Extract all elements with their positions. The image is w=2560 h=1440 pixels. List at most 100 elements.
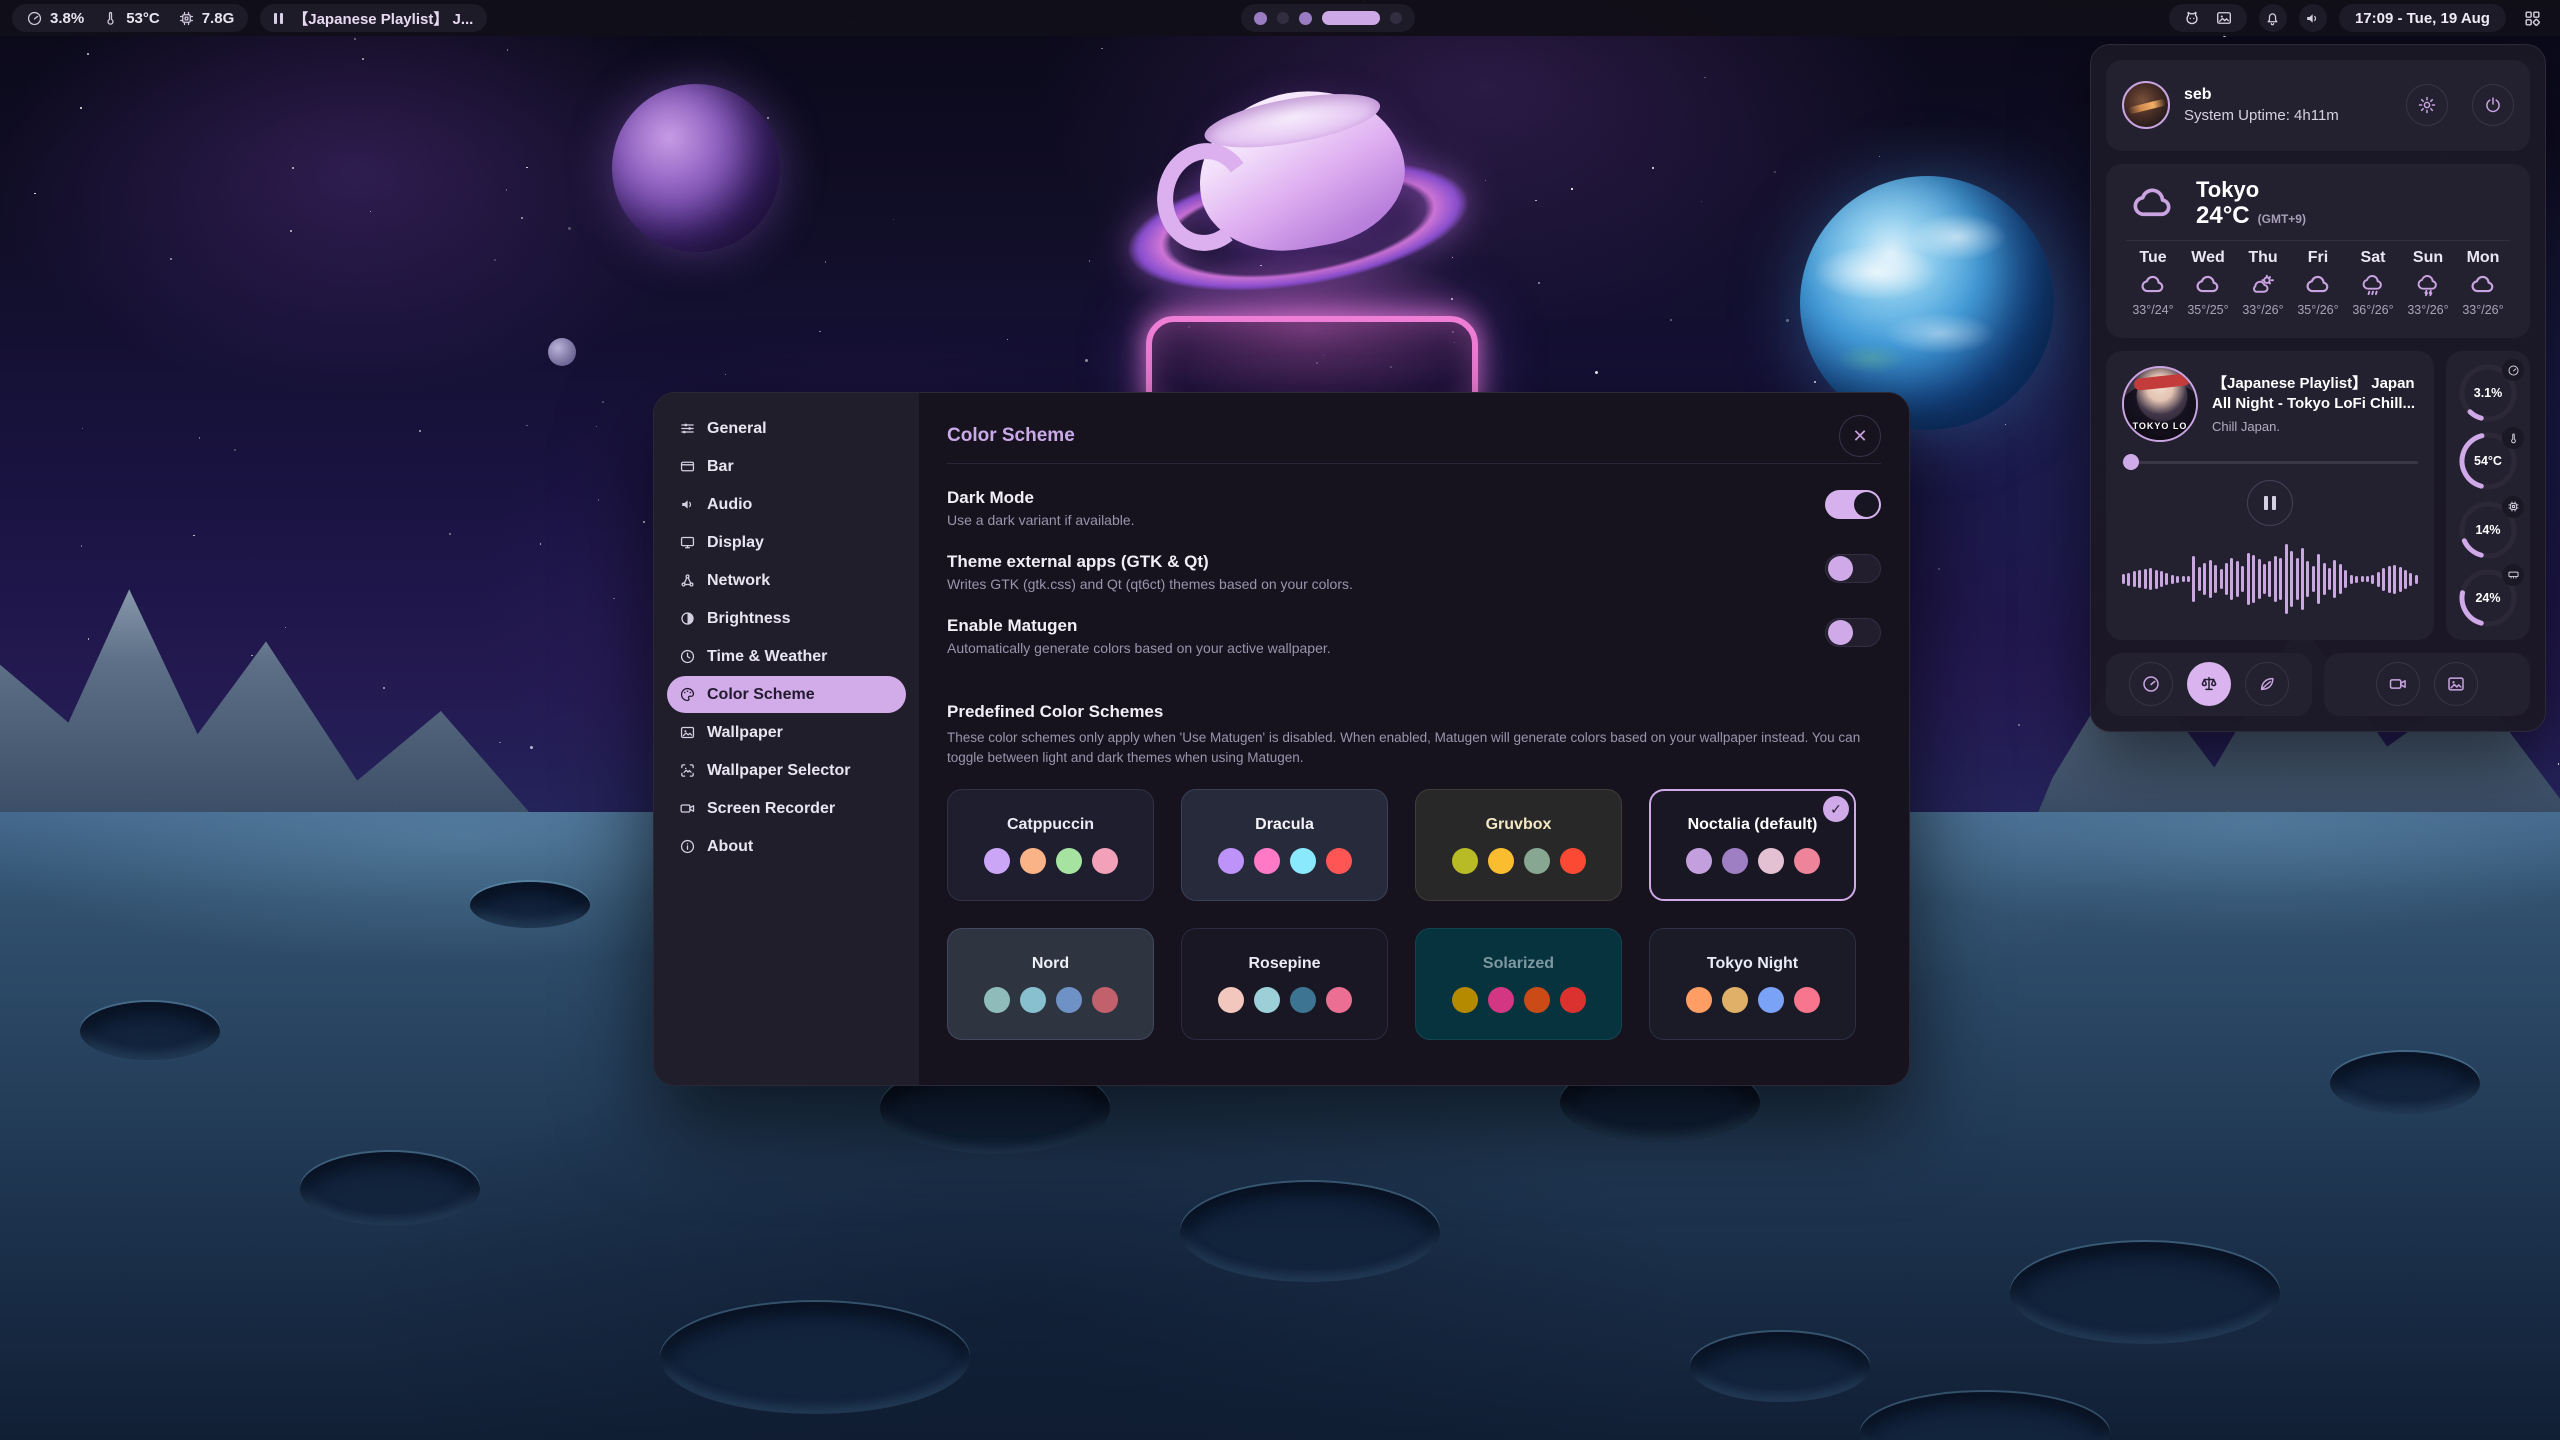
play-pause-button[interactable] <box>2247 480 2293 526</box>
scheme-card-catppuccin[interactable]: Catppuccin <box>947 789 1154 901</box>
scheme-card-tokyo-night[interactable]: Tokyo Night <box>1649 928 1856 1040</box>
workspace-indicator[interactable] <box>1241 4 1415 32</box>
notifications-button[interactable] <box>2259 4 2287 32</box>
settings-button[interactable] <box>2406 84 2448 126</box>
toggle-knob <box>1828 620 1853 645</box>
settings-main: Color Scheme ✕ Dark ModeUse a dark varia… <box>919 393 1909 1085</box>
forecast-day-wed: Wed35°/25° <box>2181 249 2235 317</box>
forecast-day-name: Sun <box>2413 249 2443 267</box>
toggle-switch[interactable] <box>1825 490 1881 519</box>
seek-slider[interactable] <box>2122 454 2418 470</box>
media-pill-label: 【Japanese Playlist】 J... <box>293 8 473 29</box>
sidebar-item-bar[interactable]: Bar <box>667 448 906 485</box>
forecast-day-name: Wed <box>2191 249 2224 267</box>
toggle-switch[interactable] <box>1825 554 1881 583</box>
seek-track <box>2122 461 2418 464</box>
profile-leaf-button[interactable] <box>2245 662 2289 706</box>
viz-bar <box>2252 555 2255 603</box>
scheme-card-nord[interactable]: Nord <box>947 928 1154 1040</box>
scheme-name: Dracula <box>1255 816 1314 834</box>
sidebar-item-color-scheme[interactable]: Color Scheme <box>667 676 906 713</box>
viz-bar <box>2290 551 2293 607</box>
sidebar-item-about[interactable]: About <box>667 828 906 865</box>
scheme-color-dot <box>1056 987 1082 1013</box>
scheme-color-dot <box>1758 987 1784 1013</box>
viz-bar <box>2209 560 2212 598</box>
schemes-grid: CatppuccinDraculaGruvboxNoctalia (defaul… <box>947 789 1881 1040</box>
sidebar-item-brightness[interactable]: Brightness <box>667 600 906 637</box>
sidebar-item-wallpaper[interactable]: Wallpaper <box>667 714 906 751</box>
overview-button[interactable] <box>2518 3 2548 33</box>
scheme-color-dot <box>1524 848 1550 874</box>
schemes-section-title: Predefined Color Schemes <box>947 702 1881 722</box>
viz-bar <box>2371 575 2374 584</box>
viz-bar <box>2192 556 2195 602</box>
desktop: 3.8% 53°C 7.8G 【Japanese Playlist】 J... <box>0 0 2560 1440</box>
viz-bar <box>2230 558 2233 600</box>
setting-desc: Automatically generate colors based on y… <box>947 640 1331 656</box>
weather-sun-cloud-icon <box>2250 272 2276 298</box>
workspace-dot-1[interactable] <box>1254 12 1267 25</box>
clock-icon <box>679 648 696 665</box>
viz-bar <box>2274 556 2277 602</box>
scheme-card-rosepine[interactable]: Rosepine <box>1181 928 1388 1040</box>
gauge-icon-badge <box>2502 427 2524 449</box>
system-gauges-card: 3.1% 54°C 14% 24% <box>2446 351 2530 640</box>
user-card: seb System Uptime: 4h11m <box>2106 60 2530 151</box>
scheme-color-dot <box>1488 987 1514 1013</box>
scheme-color-dot <box>1092 848 1118 874</box>
sidebar-item-wallpaper-selector[interactable]: Wallpaper Selector <box>667 752 906 789</box>
profile-speedometer-button[interactable] <box>2129 662 2173 706</box>
viz-bar <box>2306 561 2309 597</box>
media-pill[interactable]: 【Japanese Playlist】 J... <box>260 4 487 32</box>
sidebar-item-audio[interactable]: Audio <box>667 486 906 523</box>
sidebar-item-general[interactable]: General <box>667 410 906 447</box>
profile-scales-button[interactable] <box>2187 662 2231 706</box>
settings-header: Color Scheme ✕ <box>947 413 1881 459</box>
sidebar-item-display[interactable]: Display <box>667 524 906 561</box>
system-tray[interactable] <box>2169 4 2247 32</box>
gauge-icon-badge <box>2502 496 2524 518</box>
scheme-card-solarized[interactable]: Solarized <box>1415 928 1622 1040</box>
scheme-name: Noctalia (default) <box>1688 816 1818 834</box>
sliders-icon <box>679 420 696 437</box>
seek-knob[interactable] <box>2123 454 2139 470</box>
workspace-dot-4[interactable] <box>1322 11 1380 25</box>
power-button[interactable] <box>2472 84 2514 126</box>
media-player-card: TOKYO LO 【Japanese Playlist】 Japan All N… <box>2106 351 2434 640</box>
scheme-card-gruvbox[interactable]: Gruvbox <box>1415 789 1622 901</box>
clock-pill[interactable]: 17:09 - Tue, 19 Aug <box>2339 4 2506 32</box>
tray-cat-icon[interactable] <box>2183 9 2201 27</box>
volume-button[interactable] <box>2299 4 2327 32</box>
display-icon <box>679 534 696 551</box>
grid-icon <box>2523 9 2542 28</box>
utility-image-button[interactable] <box>2434 662 2478 706</box>
track-artist: Chill Japan. <box>2212 419 2418 434</box>
tray-image-icon[interactable] <box>2215 9 2233 27</box>
setting-row-theme-external-apps-gtk-qt-: Theme external apps (GTK & Qt)Writes GTK… <box>947 552 1881 592</box>
viz-bar <box>2388 566 2391 593</box>
toggle-switch[interactable] <box>1825 618 1881 647</box>
top-bar: 3.8% 53°C 7.8G 【Japanese Playlist】 J... <box>0 0 2560 36</box>
workspace-dot-3[interactable] <box>1299 12 1312 25</box>
viz-bar <box>2366 576 2369 582</box>
workspace-dot-2[interactable] <box>1277 12 1289 24</box>
utility-video-button[interactable] <box>2376 662 2420 706</box>
system-stats-pill[interactable]: 3.8% 53°C 7.8G <box>12 4 248 32</box>
pause-icon <box>274 13 283 24</box>
scheme-dots <box>1686 848 1820 874</box>
viz-bar <box>2296 558 2299 600</box>
close-button[interactable]: ✕ <box>1839 415 1881 457</box>
scheme-color-dot <box>1686 987 1712 1013</box>
sidebar-item-screen-recorder[interactable]: Screen Recorder <box>667 790 906 827</box>
workspace-dot-5[interactable] <box>1390 12 1402 24</box>
scheme-name: Solarized <box>1483 955 1554 973</box>
viz-bar <box>2350 575 2353 584</box>
sidebar-item-network[interactable]: Network <box>667 562 906 599</box>
scheme-card-noctalia-default-[interactable]: Noctalia (default)✓ <box>1649 789 1856 901</box>
schemes-section-desc: These color schemes only apply when 'Use… <box>947 728 1877 767</box>
viz-bar <box>2317 554 2320 604</box>
scheme-color-dot <box>1560 987 1586 1013</box>
sidebar-item-time-weather[interactable]: Time & Weather <box>667 638 906 675</box>
scheme-card-dracula[interactable]: Dracula <box>1181 789 1388 901</box>
